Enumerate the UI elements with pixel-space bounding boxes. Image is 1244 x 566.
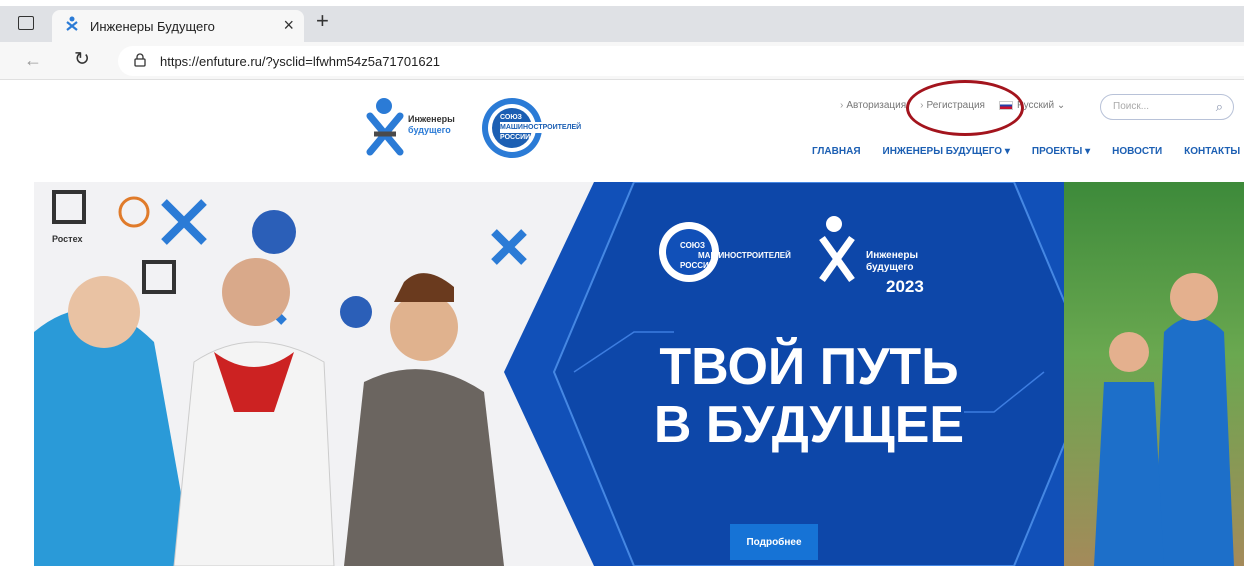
browser-tab-bar: Инженеры Будущего × + [0,6,1244,42]
url-field[interactable]: https://enfuture.ru/?ysclid=lfwhm54z5a71… [118,46,1244,76]
close-icon[interactable]: × [283,16,294,34]
search-placeholder: Поиск... [1113,101,1150,112]
lock-icon[interactable] [134,52,146,70]
nav-engineers[interactable]: ИНЖЕНЕРЫ БУДУЩЕГО ▾ [883,146,1010,157]
nav-contacts[interactable]: КОНТАКТЫ [1184,146,1240,157]
hero-logo-engineers-2: будущего [866,262,914,273]
browser-address-bar: ← ↻ https://enfuture.ru/?ysclid=lfwhm54z… [0,42,1244,80]
nav-projects[interactable]: ПРОЕКТЫ ▾ [1032,146,1090,157]
browser-tab[interactable]: Инженеры Будущего × [52,10,304,42]
main-navigation: ГЛАВНАЯ ИНЖЕНЕРЫ БУДУЩЕГО ▾ ПРОЕКТЫ ▾ НО… [812,146,1240,157]
hero-title-line-1: ТВОЙ ПУТЬ [659,338,959,396]
hero-logo-union-3: РОССИИ [680,261,715,270]
plus-icon[interactable]: + [316,8,329,34]
login-link[interactable]: › Авторизация [840,100,906,111]
hero-photo-right [1064,182,1244,566]
logo-union-text-3: РОССИИ [500,134,531,141]
engineers-logo-icon [64,16,80,37]
annotation-circle [906,80,1024,136]
nav-home[interactable]: ГЛАВНАЯ [812,146,861,157]
refresh-icon[interactable]: ↻ [74,48,90,71]
logo-engineers-text: Инженеры [408,114,455,124]
hero-year: 2023 [886,277,924,296]
hero-banner: Ростех СОЮЗ МАШИНОСТРОИТЕЛЕЙ РОССИИ Инже… [34,182,1244,566]
site-logos[interactable]: Инженеры будущего СОЮЗ МАШИНОСТРОИТЕЛЕЙ … [366,94,586,160]
hero-title: ТВОЙ ПУТЬ В БУДУЩЕЕ [594,338,1024,454]
tab-actions-icon[interactable] [18,16,34,30]
tab-title: Инженеры Будущего [90,18,215,34]
search-input[interactable]: Поиск... ⌕ [1100,94,1234,120]
site-header: Инженеры будущего СОЮЗ МАШИНОСТРОИТЕЛЕЙ … [0,80,1244,180]
more-button[interactable]: Подробнее [730,524,818,560]
nav-news[interactable]: НОВОСТИ [1112,146,1162,157]
search-icon[interactable]: ⌕ [1216,99,1223,115]
hero-title-line-2: В БУДУЩЕЕ [653,396,965,454]
hero-right-people-graphic [1094,273,1234,566]
back-arrow-icon[interactable]: ← [24,50,42,71]
logo-engineers-text-2: будущего [408,125,451,135]
hero-logo-engineers-1: Инженеры [866,250,918,261]
url-text: https://enfuture.ru/?ysclid=lfwhm54z5a71… [160,53,441,69]
